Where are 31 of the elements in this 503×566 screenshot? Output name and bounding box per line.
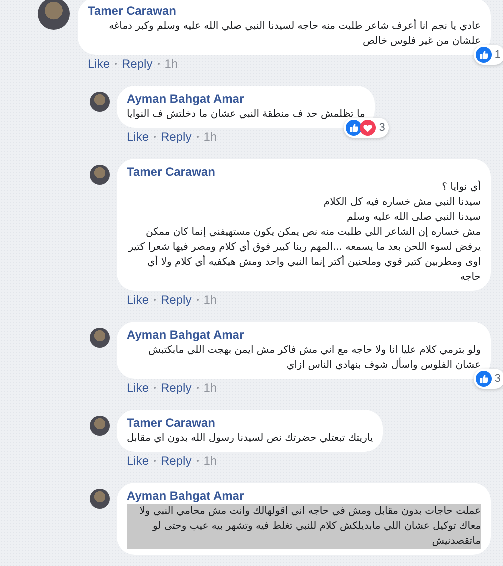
reply-link[interactable]: Reply (161, 381, 192, 395)
reaction-number: 1 (494, 49, 501, 61)
reaction-count[interactable]: 3 (474, 369, 503, 389)
reaction-number: 3 (494, 373, 501, 385)
reaction-count[interactable]: 1 (474, 45, 503, 65)
comment-text: ياريتك تبعتلي حضرتك نص لسيدنا رسول الله بدون اي مقابل (127, 432, 374, 446)
author-name[interactable]: Ayman Bahgat Amar (127, 327, 481, 343)
like-link[interactable]: Like (127, 454, 150, 468)
like-link[interactable]: Like (88, 57, 110, 71)
author-name[interactable]: Tamer Carawan (127, 164, 481, 180)
reply-link[interactable]: Reply (122, 57, 153, 71)
avatar[interactable] (90, 92, 110, 112)
like-link[interactable]: Like (127, 130, 150, 144)
reply-link[interactable]: Reply (161, 130, 192, 144)
like-link[interactable]: Like (127, 293, 150, 307)
avatar[interactable] (90, 328, 110, 348)
reply-link[interactable]: Reply (161, 293, 192, 307)
avatar[interactable] (38, 0, 70, 30)
comment-text: عملت حاجات بدون مقابل ومش في حاجه اني اقولهالك وانت مش محامي النبي ولا معاك توكيل عشان اللي مابديلكش كلام للنبي تغلط فيه وتشهر بيه عيب وحتى لو ماتقصدنيش (127, 504, 481, 549)
avatar[interactable] (90, 489, 110, 509)
like-link[interactable]: Like (127, 381, 150, 395)
reply-link[interactable]: Reply (161, 454, 192, 468)
avatar[interactable] (90, 416, 110, 436)
comment-text: أي نوايا ؟ سيدنا النبي مش خساره فيه كل الكلام سيدنا النبي صلى الله عليه وسلم مش خساره إن الشاعر اللي طلبت منه نص يمكن يكون مستهيفني إنما كان ممكن يرفض لسوء اللحن بعد ما يسمعه ...المهم ربنا كبير فوق أي كلام ومصر فيها شعرا كتير اوى ومطربين كتير قوي وملحنين أكتر إنما النبي واحد ومش هيكفيه أي كلام ولا أي حاجه (127, 180, 481, 285)
author-name[interactable]: Ayman Bahgat Amar (127, 91, 366, 107)
reaction-count[interactable]: 3 (344, 118, 390, 138)
reaction-number: 3 (379, 122, 386, 134)
author-name[interactable]: Tamer Carawan (127, 415, 374, 431)
avatar[interactable] (90, 165, 110, 185)
author-name[interactable]: Tamer Carawan (88, 3, 481, 19)
author-name[interactable]: Ayman Bahgat Amar (127, 488, 481, 504)
